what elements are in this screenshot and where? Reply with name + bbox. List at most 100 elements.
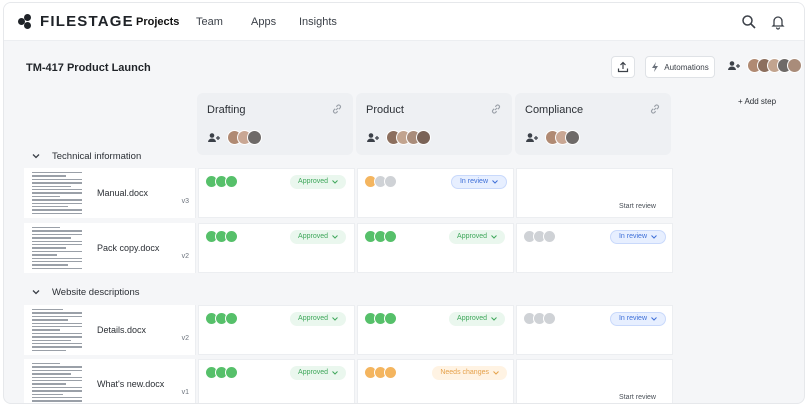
add-reviewer-icon[interactable] xyxy=(525,131,539,145)
search-icon[interactable] xyxy=(741,14,757,30)
review-cell[interactable]: Approved xyxy=(198,168,355,218)
chevron-down-icon xyxy=(491,317,497,321)
nav-insights[interactable]: Insights xyxy=(299,16,337,28)
project-members[interactable] xyxy=(727,58,802,73)
review-cell[interactable]: Approved xyxy=(357,305,514,355)
chevron-down-icon xyxy=(332,371,338,375)
nav-projects[interactable]: Projects xyxy=(136,16,179,28)
reviewer-status-dots xyxy=(364,366,397,379)
app-window: FILESTAGE Projects Team Apps Insights TM… xyxy=(3,2,805,404)
document-thumbnail xyxy=(29,225,85,271)
group-name: Website descriptions xyxy=(52,287,140,298)
table-row: Manual.docx v3 Approved In review Start … xyxy=(24,168,673,218)
step-reviewers[interactable] xyxy=(207,130,262,145)
avatar xyxy=(247,130,262,145)
review-cell[interactable]: Start review xyxy=(516,168,673,218)
status-badge[interactable]: Needs changes xyxy=(432,366,507,380)
group-header-technical[interactable]: Technical information xyxy=(32,151,141,162)
brand-logo[interactable]: FILESTAGE xyxy=(18,13,134,30)
brand-name: FILESTAGE xyxy=(40,13,134,30)
step-reviewers[interactable] xyxy=(525,130,580,145)
step-reviewers[interactable] xyxy=(366,130,431,145)
reviewer-status-dots xyxy=(205,312,238,325)
document-thumbnail xyxy=(29,361,85,403)
review-cell[interactable]: In review xyxy=(357,168,514,218)
review-cell[interactable]: In review xyxy=(516,223,673,273)
file-name: Details.docx xyxy=(97,325,147,335)
group-header-website[interactable]: Website descriptions xyxy=(32,287,139,298)
chevron-down-icon xyxy=(491,235,497,239)
reviewer-status-dots xyxy=(523,230,556,243)
reviewer-status-dots xyxy=(205,230,238,243)
link-icon[interactable] xyxy=(331,103,343,115)
review-cell[interactable]: Needs changes xyxy=(357,359,514,403)
chevron-down-icon xyxy=(651,235,657,239)
add-step-button[interactable]: + Add step xyxy=(738,97,776,106)
reviewer-status-dots xyxy=(364,175,397,188)
reviewer-status-dots xyxy=(364,230,397,243)
status-badge[interactable]: Approved xyxy=(290,175,346,189)
upload-button[interactable] xyxy=(611,56,635,78)
status-badge[interactable]: Approved xyxy=(290,312,346,326)
chevron-down-icon xyxy=(332,180,338,184)
table-row: Pack copy.docx v2 Approved Approved In r… xyxy=(24,223,673,273)
status-badge[interactable]: Approved xyxy=(449,230,505,244)
link-icon[interactable] xyxy=(490,103,502,115)
start-review-link[interactable]: Start review xyxy=(619,203,656,210)
file-version: v1 xyxy=(181,389,189,396)
status-badge[interactable]: In review xyxy=(450,175,507,189)
lightning-icon xyxy=(652,62,659,72)
chevron-down-icon xyxy=(32,154,40,159)
reviewer-status-dots xyxy=(523,312,556,325)
chevron-down-icon xyxy=(492,180,498,184)
add-reviewer-icon[interactable] xyxy=(366,131,380,145)
status-badge[interactable]: In review xyxy=(609,312,666,326)
automations-button[interactable]: Automations xyxy=(645,56,715,78)
filestage-logo-icon xyxy=(18,13,34,30)
file-version: v2 xyxy=(181,335,189,342)
table-row: What's new.docx v1 Approved Needs change… xyxy=(24,359,673,403)
step-name: Compliance xyxy=(525,104,584,116)
reviewer-status-dots xyxy=(364,312,397,325)
page-title: TM-417 Product Launch xyxy=(26,62,151,74)
file-card[interactable]: Pack copy.docx v2 xyxy=(24,223,196,273)
document-thumbnail xyxy=(29,170,85,216)
step-column-product[interactable]: Product xyxy=(356,93,512,155)
review-cell[interactable]: Approved xyxy=(198,223,355,273)
chevron-down-icon xyxy=(32,290,40,295)
file-card[interactable]: Manual.docx v3 xyxy=(24,168,196,218)
step-name: Drafting xyxy=(207,104,246,116)
review-cell[interactable]: Approved xyxy=(198,305,355,355)
file-name: Pack copy.docx xyxy=(97,243,160,253)
add-reviewer-icon[interactable] xyxy=(207,131,221,145)
status-badge[interactable]: Approved xyxy=(449,312,505,326)
status-badge[interactable]: Approved xyxy=(290,366,346,380)
step-name: Product xyxy=(366,104,404,116)
group-name: Technical information xyxy=(52,151,142,162)
nav-team[interactable]: Team xyxy=(196,16,223,28)
reviewer-status-dots xyxy=(205,366,238,379)
automations-label: Automations xyxy=(664,62,709,72)
review-cell[interactable]: Start review xyxy=(516,359,673,403)
file-card[interactable]: What's new.docx v1 xyxy=(24,359,196,403)
link-icon[interactable] xyxy=(649,103,661,115)
chevron-down-icon xyxy=(332,235,338,239)
status-badge[interactable]: In review xyxy=(609,230,666,244)
file-name: Manual.docx xyxy=(97,188,149,198)
step-column-drafting[interactable]: Drafting xyxy=(197,93,353,155)
file-name: What's new.docx xyxy=(97,379,165,389)
start-review-link[interactable]: Start review xyxy=(619,394,656,401)
avatar xyxy=(416,130,431,145)
avatar xyxy=(565,130,580,145)
review-cell[interactable]: Approved xyxy=(357,223,514,273)
upload-icon xyxy=(617,61,629,73)
top-nav: FILESTAGE Projects Team Apps Insights xyxy=(4,3,804,41)
nav-apps[interactable]: Apps xyxy=(251,16,276,28)
bell-icon[interactable] xyxy=(770,14,786,30)
review-cell[interactable]: Approved xyxy=(198,359,355,403)
file-card[interactable]: Details.docx v2 xyxy=(24,305,196,355)
step-column-compliance[interactable]: Compliance xyxy=(515,93,671,155)
review-cell[interactable]: In review xyxy=(516,305,673,355)
add-member-icon[interactable] xyxy=(727,59,741,73)
status-badge[interactable]: Approved xyxy=(290,230,346,244)
